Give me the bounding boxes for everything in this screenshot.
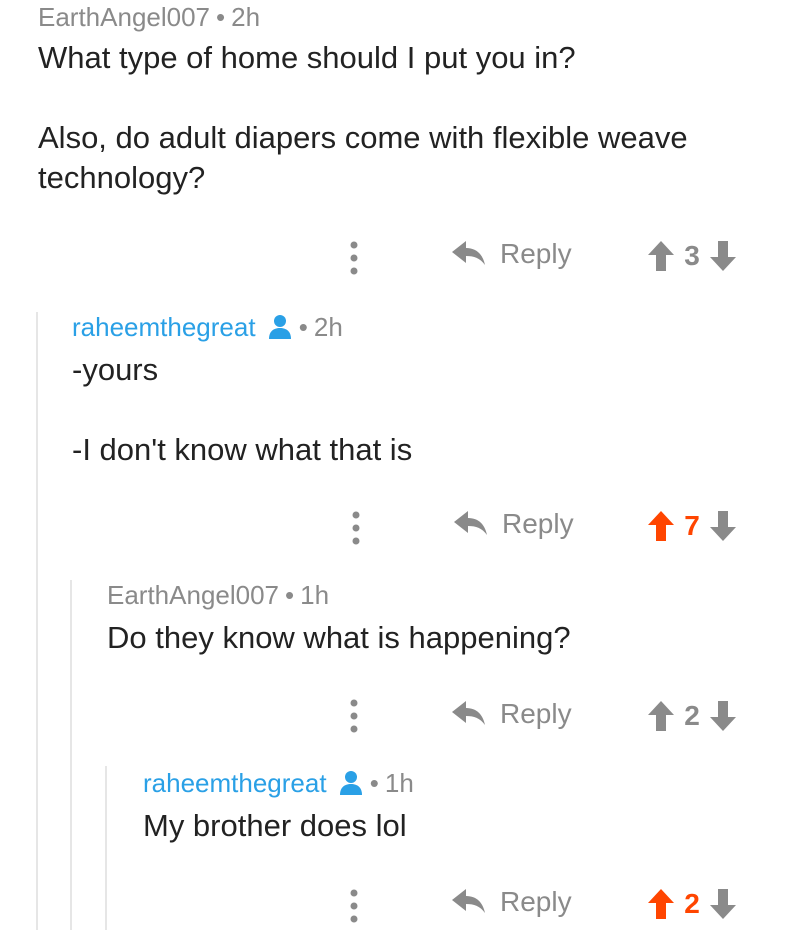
comment-body: -yours -I don't know what that is	[72, 350, 772, 470]
upvote-arrow-icon[interactable]	[648, 511, 674, 541]
username[interactable]: raheemthegreat	[143, 768, 327, 798]
downvote-arrow-icon[interactable]	[710, 241, 736, 271]
kebab-icon[interactable]	[349, 698, 359, 734]
timestamp: 2h	[231, 2, 261, 32]
comment-actions: Reply 2	[0, 696, 800, 736]
upvote-arrow-icon[interactable]	[648, 701, 674, 731]
reply-label: Reply	[500, 238, 572, 269]
comment-paragraph: My brother does lol	[143, 808, 407, 843]
upvote-arrow-icon[interactable]	[648, 241, 674, 271]
vote-count: 7	[684, 510, 700, 541]
comment-paragraph: Do they know what is happening?	[107, 620, 571, 655]
reply-label: Reply	[502, 508, 574, 539]
comment-meta: EarthAngel007 • 1h	[107, 580, 329, 611]
comment-meta: EarthAngel007 • 2h	[38, 2, 260, 33]
username[interactable]: raheemthegreat	[72, 312, 256, 342]
comment-meta: raheemthegreat • 2h	[72, 312, 343, 343]
reply-button[interactable]: Reply	[452, 238, 572, 270]
user-icon	[268, 315, 291, 339]
comment-actions: Reply 2	[0, 884, 800, 924]
separator-dot: •	[285, 580, 295, 610]
reply-arrow-icon	[454, 511, 487, 535]
vote-control: 2	[648, 888, 736, 920]
reply-arrow-icon	[452, 701, 485, 725]
separator-dot: •	[216, 2, 226, 32]
comment-body: Do they know what is happening?	[107, 618, 777, 658]
reply-button[interactable]: Reply	[454, 508, 574, 540]
thread-line-level-1	[36, 312, 38, 930]
kebab-icon[interactable]	[349, 240, 359, 276]
vote-control: 2	[648, 700, 736, 732]
username[interactable]: EarthAngel007	[38, 2, 210, 32]
comment-actions: Reply 3	[0, 238, 800, 278]
comment-paragraph: Also, do adult diapers come with flexibl…	[38, 120, 688, 195]
timestamp: 1h	[300, 580, 330, 610]
comment-body: My brother does lol	[143, 806, 783, 846]
reply-button[interactable]: Reply	[452, 886, 572, 918]
comment-meta: raheemthegreat • 1h	[143, 768, 414, 799]
username[interactable]: EarthAngel007	[107, 580, 279, 610]
separator-dot: •	[298, 312, 308, 342]
reply-arrow-icon	[452, 889, 485, 913]
reply-button[interactable]: Reply	[452, 698, 572, 730]
upvote-arrow-icon[interactable]	[648, 889, 674, 919]
vote-count: 2	[684, 888, 700, 919]
comment-body: What type of home should I put you in? A…	[38, 38, 778, 198]
comment-paragraph: -yours	[72, 352, 159, 387]
comment-paragraph: -I don't know what that is	[72, 432, 413, 467]
user-icon	[339, 771, 362, 795]
thread-line-level-2	[70, 580, 72, 930]
kebab-icon[interactable]	[349, 888, 359, 924]
vote-control: 7	[648, 510, 736, 542]
comment-paragraph: What type of home should I put you in?	[38, 40, 576, 75]
timestamp: 1h	[384, 768, 414, 798]
separator-dot: •	[369, 768, 379, 798]
downvote-arrow-icon[interactable]	[710, 511, 736, 541]
kebab-icon[interactable]	[351, 510, 361, 546]
comment-actions: Reply 7	[0, 506, 800, 546]
vote-count: 2	[684, 700, 700, 731]
vote-count: 3	[684, 240, 700, 271]
timestamp: 2h	[313, 312, 343, 342]
downvote-arrow-icon[interactable]	[710, 889, 736, 919]
reply-arrow-icon	[452, 241, 485, 265]
vote-control: 3	[648, 240, 736, 272]
reply-label: Reply	[500, 698, 572, 729]
downvote-arrow-icon[interactable]	[710, 701, 736, 731]
reply-label: Reply	[500, 886, 572, 917]
